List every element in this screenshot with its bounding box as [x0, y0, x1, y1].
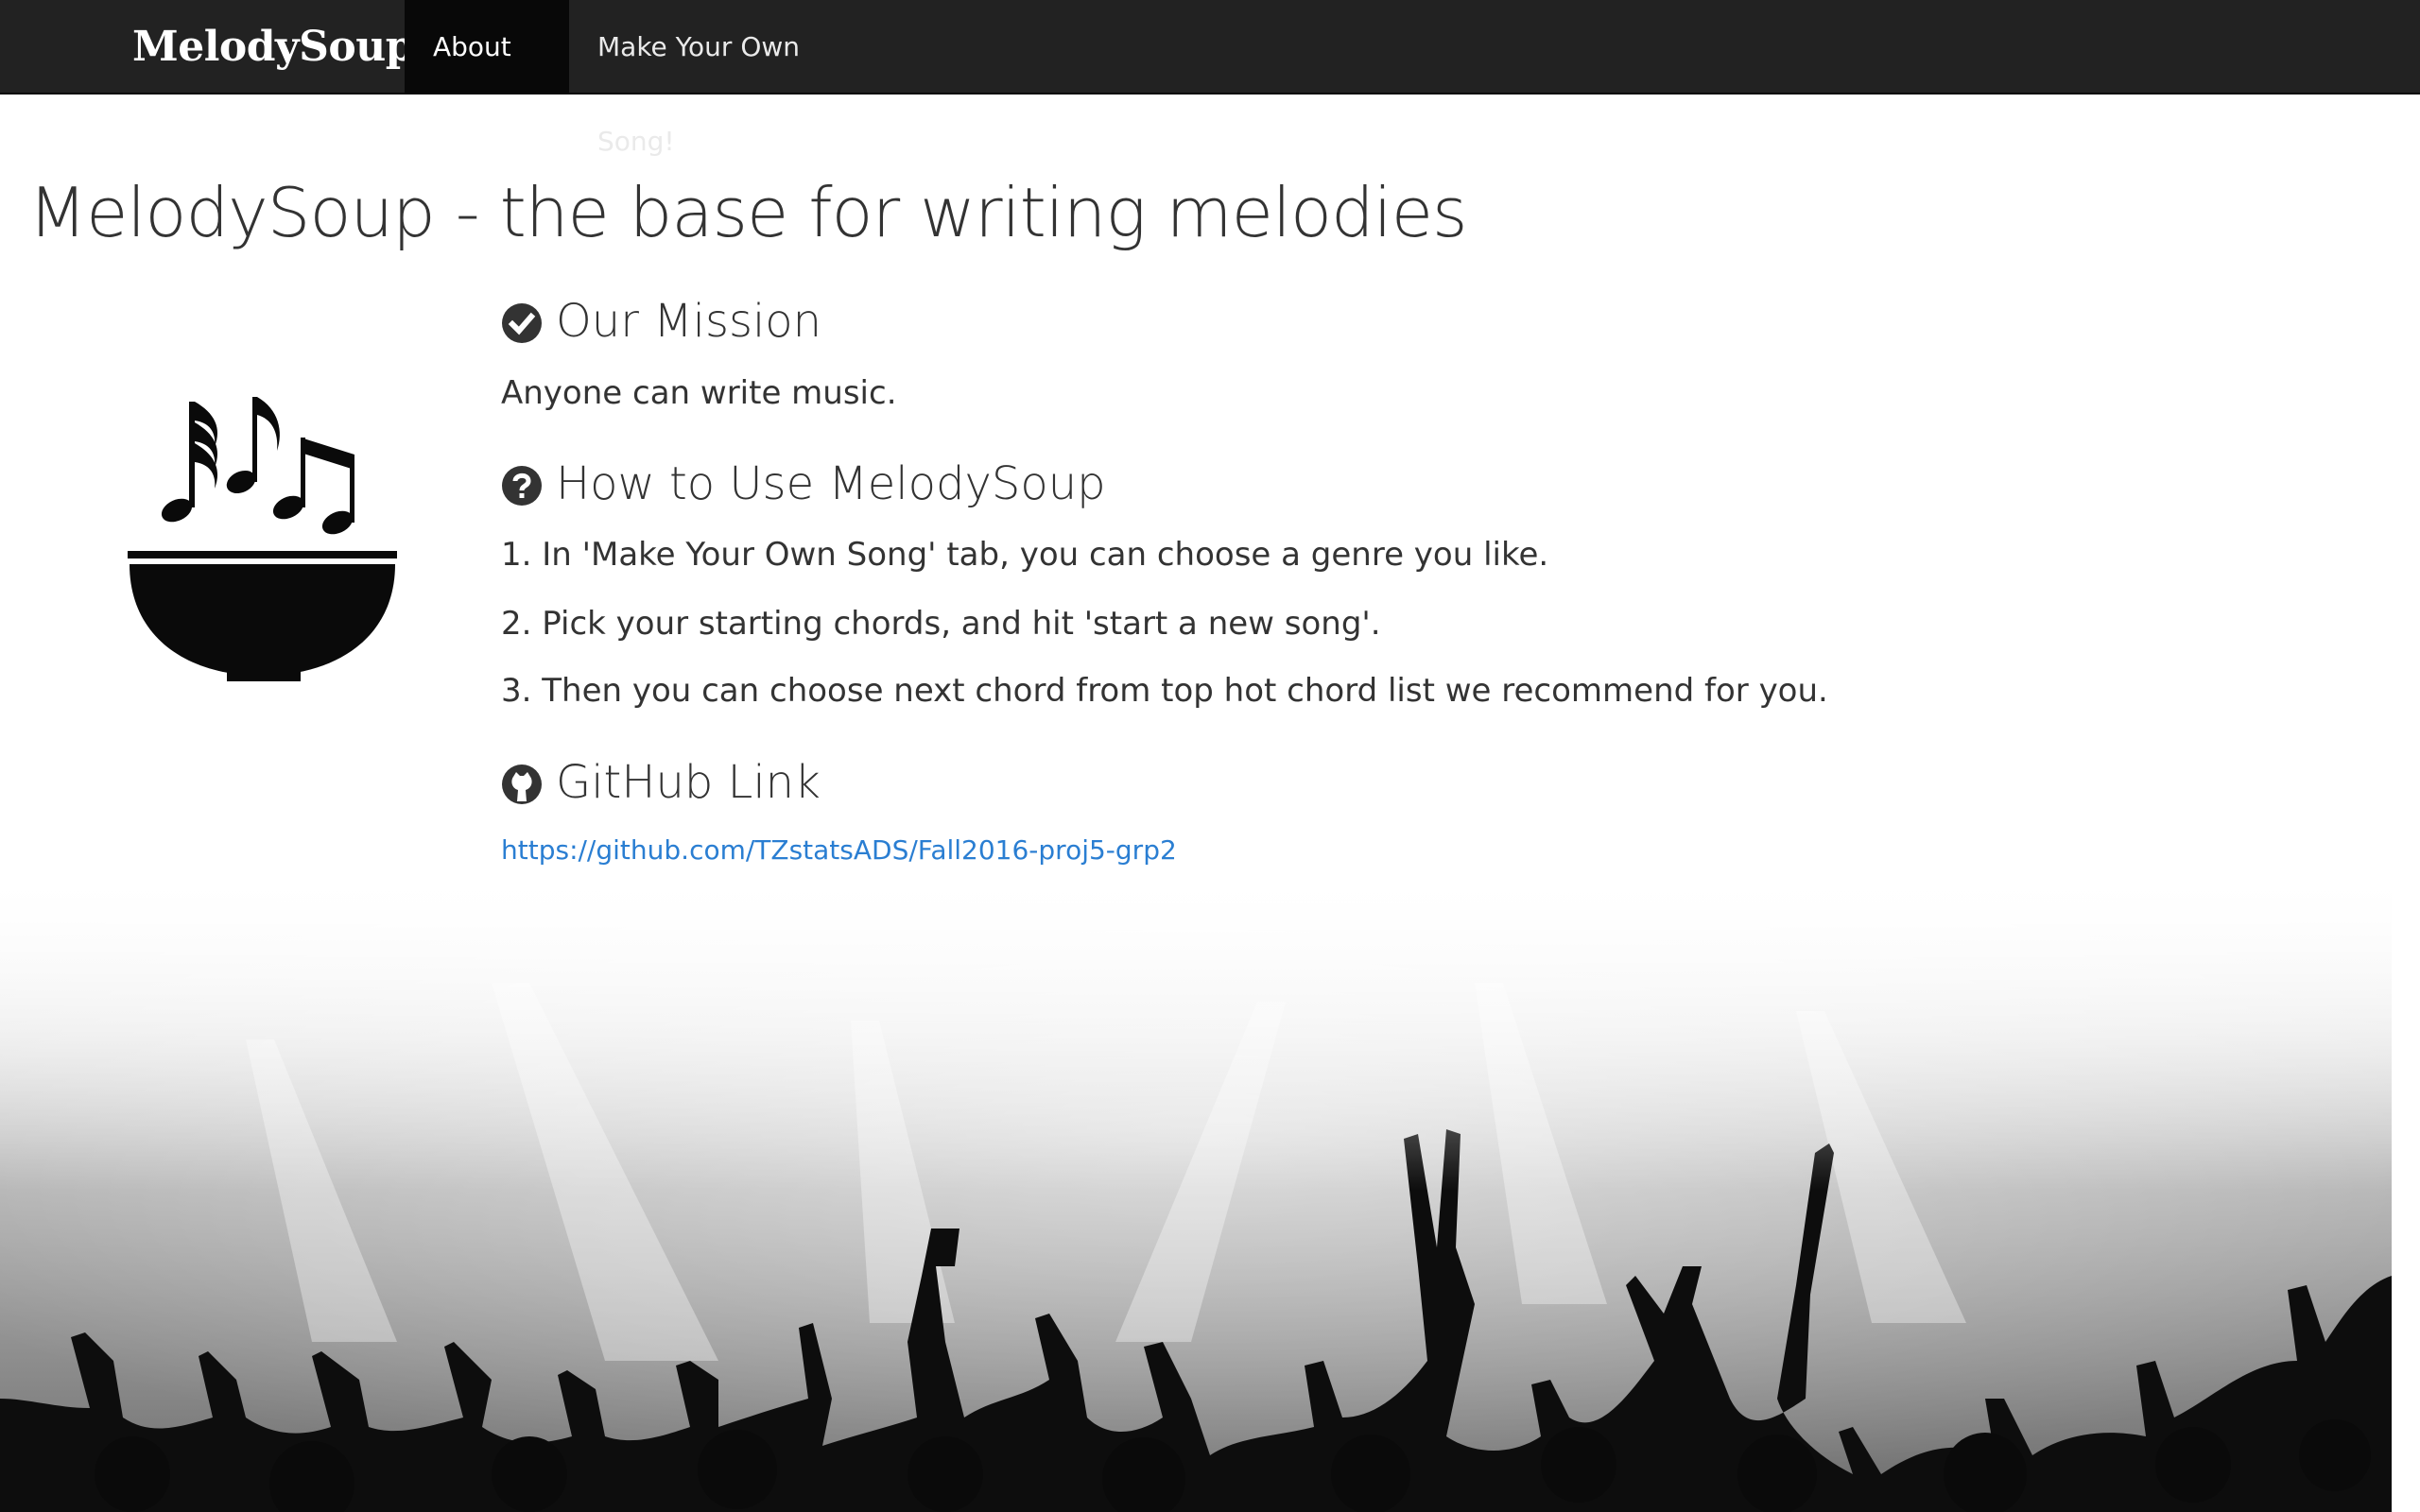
howto-heading: How to Use MelodySoup: [501, 455, 1106, 512]
music-notes-bowl-logo: [128, 397, 397, 681]
mission-heading-label: Our Mission: [556, 295, 822, 348]
check-circle-icon: [501, 301, 543, 343]
question-circle-icon: [501, 463, 543, 506]
mission-heading: Our Mission: [501, 293, 821, 350]
tab-about-us[interactable]: About Us: [405, 0, 569, 157]
navbar: MelodySoup About Us Make Your Own Song!: [0, 0, 2420, 157]
tab-make-your-own-song[interactable]: Make Your Own Song!: [569, 0, 853, 157]
page-title: MelodySoup - the base for writing melodi…: [28, 173, 1468, 252]
howto-heading-label: How to Use MelodySoup: [556, 457, 1106, 510]
music-soup-logo: [128, 392, 402, 685]
howto-step-1: 1. In 'Make Your Own Song' tab, you can …: [501, 536, 1549, 574]
concert-crowd-illustration: [0, 869, 2392, 1512]
howto-step-3: 3. Then you can choose next chord from t…: [501, 672, 1828, 710]
github-heading-label: GitHub Link: [556, 756, 821, 809]
brand-logo-text[interactable]: MelodySoup: [132, 0, 414, 94]
github-heading: GitHub Link: [501, 754, 821, 811]
concert-crowd-image: [0, 869, 2392, 1512]
github-repo-link[interactable]: https://github.com/TZstatsADS/Fall2016-p…: [501, 832, 1177, 869]
github-icon: [501, 762, 543, 804]
mission-text: Anyone can write music.: [501, 374, 897, 412]
howto-step-2: 2. Pick your starting chords, and hit 's…: [501, 605, 1381, 643]
